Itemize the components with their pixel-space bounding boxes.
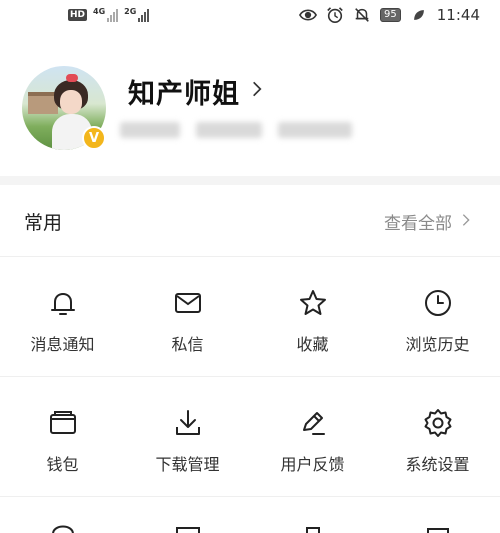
battery-indicator: 95	[380, 8, 401, 22]
shortcut-label: 用户反馈	[280, 455, 345, 474]
star-icon	[299, 290, 326, 315]
hd-indicator: HD	[68, 9, 88, 21]
shortcut-row-2: 钱包 下载管理 用户反馈 系统设置	[0, 377, 500, 495]
partial-icon	[375, 520, 500, 533]
verified-badge-icon: V	[82, 126, 106, 150]
sim2-signal: 2G	[124, 7, 150, 22]
shortcut-history[interactable]: 浏览历史	[375, 257, 500, 375]
partial-icon	[250, 520, 375, 533]
chevron-right-icon	[462, 211, 470, 232]
pen-icon	[302, 412, 325, 435]
clock-icon	[424, 290, 451, 316]
shortcut-label: 钱包	[46, 455, 79, 474]
wallet-icon	[49, 411, 76, 434]
eye-icon	[299, 6, 318, 24]
status-right: 95 11:44	[299, 6, 480, 24]
shortcut-wallet[interactable]: 钱包	[0, 377, 125, 495]
shortcut-label: 浏览历史	[405, 335, 470, 354]
chevron-right-icon	[252, 79, 262, 104]
section-divider	[0, 176, 500, 185]
shortcut-notifications[interactable]: 消息通知	[0, 257, 125, 375]
mute-bell-icon	[353, 6, 371, 24]
shortcut-settings[interactable]: 系统设置	[375, 377, 500, 495]
alarm-icon	[326, 6, 344, 24]
partial-icon	[0, 520, 125, 533]
divider	[0, 496, 500, 497]
signal-bars-icon	[107, 8, 119, 22]
see-all-link[interactable]: 查看全部	[384, 209, 470, 234]
mail-icon	[174, 293, 201, 313]
shortcut-label: 收藏	[296, 335, 329, 354]
shortcut-label: 下载管理	[155, 455, 220, 474]
sim1-signal: 4G	[93, 7, 119, 22]
status-left: HD 4G 2G	[68, 7, 150, 22]
gear-icon	[424, 409, 451, 437]
clock-time: 11:44	[436, 6, 480, 24]
status-bar: HD 4G 2G 95 11:44	[0, 0, 500, 30]
profile-name: 知产师姐	[128, 79, 240, 110]
sim1-network-label: 4G	[93, 7, 106, 16]
profile-header[interactable]: V 知产师姐	[0, 60, 500, 170]
bell-icon	[50, 292, 75, 315]
shortcut-row-3-partial	[0, 520, 500, 533]
see-all-label: 查看全部	[384, 213, 452, 234]
shortcut-label: 私信	[171, 335, 204, 354]
shortcut-feedback[interactable]: 用户反馈	[250, 377, 375, 495]
profile-name-row[interactable]: 知产师姐	[128, 72, 262, 111]
signal-bars-icon	[138, 8, 150, 22]
shortcut-label: 系统设置	[405, 455, 470, 474]
partial-icon	[125, 520, 250, 533]
section-title: 常用	[24, 211, 63, 234]
shortcut-row-1: 消息通知 私信 收藏 浏览历史	[0, 257, 500, 375]
shortcut-label: 消息通知	[30, 335, 95, 354]
common-section-header: 常用 查看全部	[0, 186, 500, 256]
leaf-icon	[410, 6, 428, 24]
shortcut-downloads[interactable]: 下载管理	[125, 377, 250, 495]
sim2-network-label: 2G	[124, 7, 137, 16]
download-icon	[175, 410, 200, 435]
blurred-profile-info	[120, 122, 352, 138]
shortcut-messages[interactable]: 私信	[125, 257, 250, 375]
shortcut-favorites[interactable]: 收藏	[250, 257, 375, 375]
